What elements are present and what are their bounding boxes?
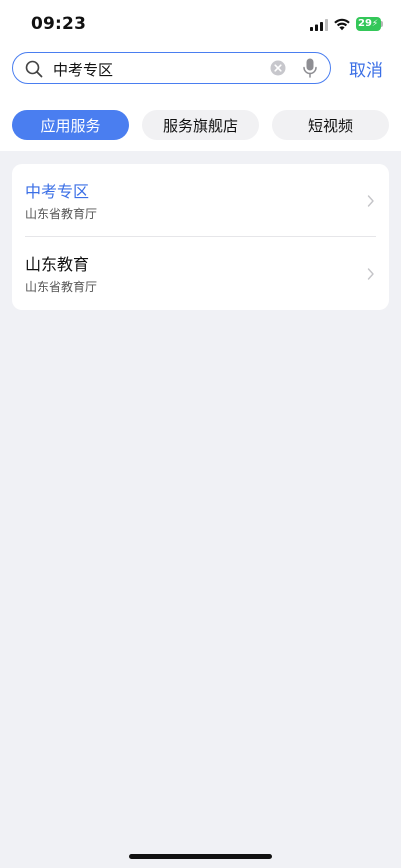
result-title: 山东教育 [25,255,90,274]
top-area: 09:23 29⚡ 中考专区 取消 应用服务 服务旗舰店 短视频 [0,0,401,151]
status-bar: 09:23 29⚡ [0,0,401,50]
search-row: 中考专区 取消 [0,50,401,86]
signal-icon [310,19,328,31]
home-indicator[interactable] [129,854,272,859]
cancel-button[interactable]: 取消 [349,56,383,81]
list-item[interactable]: 中考专区 山东省教育厅 [12,164,389,236]
tab-label: 应用服务 [40,116,101,135]
battery-level: 29 [358,18,372,29]
chevron-right-icon [367,268,374,280]
search-query[interactable]: 中考专区 [53,59,113,80]
tab-short-videos[interactable]: 短视频 [272,110,389,140]
chevron-right-icon [367,195,374,207]
charging-icon: ⚡ [371,19,379,29]
microphone-icon[interactable] [303,58,317,78]
search-input[interactable]: 中考专区 [12,52,331,84]
search-icon [25,60,43,78]
search-page: 09:23 29⚡ 中考专区 取消 应用服务 服务旗舰店 短视频 中考专区 山东… [0,0,401,868]
clear-icon[interactable] [270,60,286,76]
battery-cap [381,21,383,27]
list-item[interactable]: 山东教育 山东省教育厅 [12,237,389,309]
tab-app-services[interactable]: 应用服务 [12,110,129,140]
battery-indicator: 29⚡ [356,17,381,31]
result-subtitle: 山东省教育厅 [25,207,98,221]
status-time: 09:23 [31,14,87,34]
result-title: 中考专区 [25,182,90,201]
tab-flagship-stores[interactable]: 服务旗舰店 [142,110,259,140]
results-list: 中考专区 山东省教育厅 山东教育 山东省教育厅 [12,164,389,310]
tab-label: 服务旗舰店 [162,116,238,135]
wifi-icon [334,18,350,31]
tab-label: 短视频 [307,116,353,135]
category-tabs: 应用服务 服务旗舰店 短视频 [0,110,401,144]
result-subtitle: 山东省教育厅 [25,280,98,294]
